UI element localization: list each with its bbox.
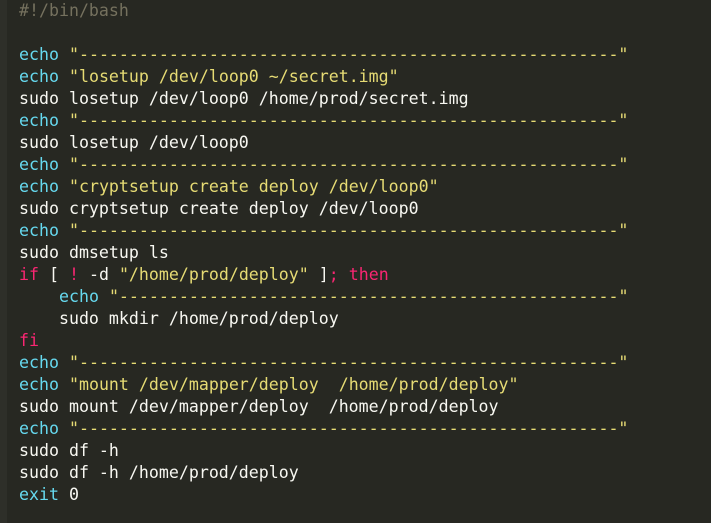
code-token-keyword: if [19, 265, 39, 284]
code-token-builtin: echo [19, 221, 59, 240]
code-token-builtin: echo [58, 287, 99, 306]
code-token-builtin: echo [19, 375, 59, 394]
code-token-string: "mount /dev/mapper/deploy /home/prod/dep… [68, 375, 519, 394]
code-line[interactable]: sudo mount /dev/mapper/deploy /home/prod… [19, 396, 711, 418]
code-line[interactable]: echo "----------------------------------… [19, 220, 711, 242]
code-line[interactable]: exit 0 [19, 484, 711, 506]
code-token-plain: sudo mkdir /home/prod/deploy [19, 309, 339, 328]
code-token-string: "cryptsetup create deploy /dev/loop0" [68, 177, 439, 196]
code-token-string: "---------------------------------------… [68, 419, 629, 438]
code-line[interactable]: echo "mount /dev/mapper/deploy /home/pro… [19, 374, 711, 396]
code-token-plain: sudo df -h /home/prod/deploy [19, 463, 299, 482]
code-token-string: "---------------------------------------… [68, 221, 629, 240]
code-line[interactable]: echo "----------------------------------… [19, 44, 711, 66]
code-line[interactable]: sudo losetup /dev/loop0 [19, 132, 711, 154]
code-line[interactable]: echo "----------------------------------… [19, 154, 711, 176]
code-token-builtin: echo [19, 177, 59, 196]
code-token-builtin: echo [19, 155, 59, 174]
code-token-string: "losetup /dev/loop0 ~/secret.img" [68, 67, 399, 86]
code-line[interactable]: echo "----------------------------------… [19, 418, 711, 440]
code-line[interactable]: #!/bin/bash [19, 0, 711, 22]
code-area[interactable]: #!/bin/bash echo "----------------------… [19, 0, 711, 506]
code-line[interactable] [19, 22, 711, 44]
code-token-builtin: echo [19, 111, 59, 130]
code-line[interactable]: echo "----------------------------------… [19, 286, 711, 308]
code-line[interactable]: echo "----------------------------------… [19, 352, 711, 374]
code-line[interactable]: if [ ! -d "/home/prod/deploy" ]; then [19, 264, 711, 286]
code-token-builtin: exit 0 [19, 485, 79, 504]
code-line[interactable]: echo "losetup /dev/loop0 ~/secret.img" [19, 66, 711, 88]
code-token-string: "---------------------------------------… [108, 287, 629, 306]
code-token-plain: sudo cryptsetup create deploy /dev/loop0 [19, 199, 419, 218]
code-token-keyword: fi [19, 331, 39, 350]
code-editor[interactable]: #!/bin/bash echo "----------------------… [0, 0, 711, 523]
code-token-builtin: echo [19, 67, 59, 86]
code-token-plain: ] [308, 265, 329, 284]
code-token-plain: sudo losetup /dev/loop0 /home/prod/secre… [19, 89, 469, 108]
code-line[interactable]: sudo df -h [19, 440, 711, 462]
code-token-string: "/home/prod/deploy" [118, 265, 309, 284]
code-line[interactable]: sudo dmsetup ls [19, 242, 711, 264]
code-token-plain: sudo dmsetup ls [19, 243, 169, 262]
code-token-plain: sudo losetup /dev/loop0 [19, 133, 249, 152]
code-token-plain: sudo df -h [19, 441, 119, 460]
code-token-string: "---------------------------------------… [68, 45, 629, 64]
code-token-plain: -d [78, 265, 119, 284]
code-line[interactable]: sudo losetup /dev/loop0 /home/prod/secre… [19, 88, 711, 110]
code-token-plain: sudo mount /dev/mapper/deploy /home/prod… [19, 397, 499, 416]
editor-gutter [0, 0, 7, 523]
code-token-plain: [ [38, 265, 69, 284]
code-line[interactable]: sudo cryptsetup create deploy /dev/loop0 [19, 198, 711, 220]
code-token-builtin: echo [19, 419, 59, 438]
code-token-keyword: ; then [328, 265, 389, 284]
code-line[interactable]: echo "cryptsetup create deploy /dev/loop… [19, 176, 711, 198]
code-token-keyword: ! [68, 265, 79, 284]
code-token-string: "---------------------------------------… [68, 353, 629, 372]
code-line[interactable]: sudo mkdir /home/prod/deploy [19, 308, 711, 330]
code-token-comment: #!/bin/bash [19, 1, 129, 20]
code-line[interactable]: echo "----------------------------------… [19, 110, 711, 132]
code-token-string: "---------------------------------------… [68, 155, 629, 174]
code-token-builtin: echo [19, 353, 59, 372]
code-line[interactable]: sudo df -h /home/prod/deploy [19, 462, 711, 484]
code-line[interactable]: fi [19, 330, 711, 352]
code-token-builtin: echo [19, 45, 59, 64]
code-token-string: "---------------------------------------… [68, 111, 629, 130]
